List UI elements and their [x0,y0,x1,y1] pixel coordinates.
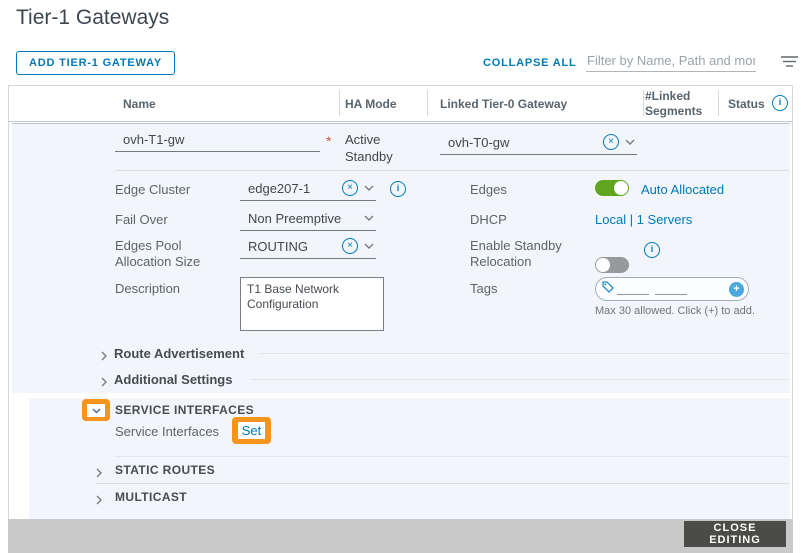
clear-selection-icon[interactable]: × [342,238,358,254]
tag-scope-field[interactable] [617,283,649,295]
tags-input[interactable]: + [595,277,749,301]
dhcp-label: DHCP [470,212,507,227]
dhcp-servers-link[interactable]: Local | 1 Servers [595,212,692,227]
service-interfaces-expand-highlight [82,399,110,421]
fail-over-label: Fail Over [115,212,168,227]
standby-relocation-toggle[interactable] [595,257,629,273]
column-divider [718,90,719,116]
status-info-icon[interactable]: i [772,95,788,111]
add-tag-button[interactable]: + [729,281,744,297]
set-link-highlight: Set [232,417,271,444]
route-advertisement-section[interactable]: Route Advertisement [114,346,244,361]
pool-allocation-value: ROUTING [248,239,308,254]
gateway-name-field[interactable]: ovh-T1-gw [115,132,320,152]
column-divider [427,90,428,116]
static-routes-section[interactable]: STATIC ROUTES [115,463,215,477]
static-routes-chevron-icon[interactable] [95,465,103,483]
tags-hint: Max 30 allowed. Click (+) to add. [595,305,755,317]
column-header-linked-tier0[interactable]: Linked Tier-0 Gateway [440,97,567,111]
multicast-chevron-icon[interactable] [95,492,103,510]
row-separator [115,170,789,171]
filter-icon[interactable] [781,55,798,73]
route-advertisement-chevron-icon[interactable] [100,348,108,366]
header-bottom-border [8,121,793,122]
filter-input[interactable] [586,50,756,72]
clear-selection-icon[interactable]: × [603,134,619,150]
edge-cluster-value: edge207-1 [248,181,311,196]
pool-allocation-select[interactable]: ROUTING × [240,236,376,259]
tags-label: Tags [470,281,498,296]
standby-info-icon[interactable]: i [644,242,660,258]
close-editing-button[interactable]: CLOSE EDITING [684,521,786,547]
fail-over-select[interactable]: Non Preemptive [240,208,376,231]
tag-value-field[interactable] [655,283,687,295]
linked-tier0-select[interactable]: ovh-T0-gw × [440,132,637,155]
service-interfaces-title: SERVICE INTERFACES [115,403,255,417]
column-header-status[interactable]: Status [728,97,765,111]
edges-label: Edges [470,182,507,197]
tag-icon [602,280,614,298]
column-header-linked-segments[interactable]: #Linked Segments [645,89,711,119]
standby-relocation-label: Enable Standby Relocation [470,238,562,269]
edges-auto-toggle[interactable] [595,180,629,196]
chevron-down-icon[interactable] [364,236,374,254]
toggle-knob [614,181,628,195]
gateway-name-value[interactable]: ovh-T1-gw [115,132,320,147]
chevron-down-icon[interactable] [364,178,374,196]
column-divider [643,90,644,116]
edges-auto-allocated-value: Auto Allocated [641,182,725,197]
additional-settings-chevron-icon[interactable] [100,374,108,392]
section-rule [115,456,789,457]
section-rule [260,353,789,354]
chevron-down-icon[interactable] [625,132,635,150]
section-rule [250,379,789,380]
service-interfaces-label: Service Interfaces [115,424,220,439]
description-label: Description [115,281,181,296]
toggle-knob [596,258,610,272]
chevron-down-icon[interactable] [364,208,374,226]
service-interfaces-collapse-control[interactable] [87,401,105,419]
additional-settings-section[interactable]: Additional Settings [114,372,232,387]
chevron-down-icon [91,401,101,419]
required-asterisk: * [326,133,332,149]
fail-over-value: Non Preemptive [248,211,342,226]
collapse-all-link[interactable]: COLLAPSE ALL [483,57,577,69]
multicast-section[interactable]: MULTICAST [115,490,187,504]
add-tier1-gateway-button[interactable]: ADD TIER-1 GATEWAY [16,51,175,75]
linked-tier0-value: ovh-T0-gw [448,135,510,150]
edge-cluster-info-icon[interactable]: i [390,181,406,197]
page-title: Tier-1 Gateways [16,6,170,29]
edge-cluster-label: Edge Cluster [115,182,191,197]
footer-bar [8,519,793,553]
pool-allocation-label: Edges Pool Allocation Size [115,238,201,269]
description-textarea[interactable]: T1 Base Network Configuration [240,277,384,331]
column-header-name[interactable]: Name [123,97,156,111]
column-divider [339,90,340,116]
edge-cluster-select[interactable]: edge207-1 × [240,178,376,201]
section-rule [95,483,789,484]
service-interfaces-set-link[interactable]: Set [242,423,262,438]
column-header-ha-mode[interactable]: HA Mode [345,97,397,111]
clear-selection-icon[interactable]: × [342,180,358,196]
ha-mode-value: Active Standby [345,132,393,164]
tier1-gateways-page: Tier-1 Gateways ADD TIER-1 GATEWAY COLLA… [0,0,801,553]
